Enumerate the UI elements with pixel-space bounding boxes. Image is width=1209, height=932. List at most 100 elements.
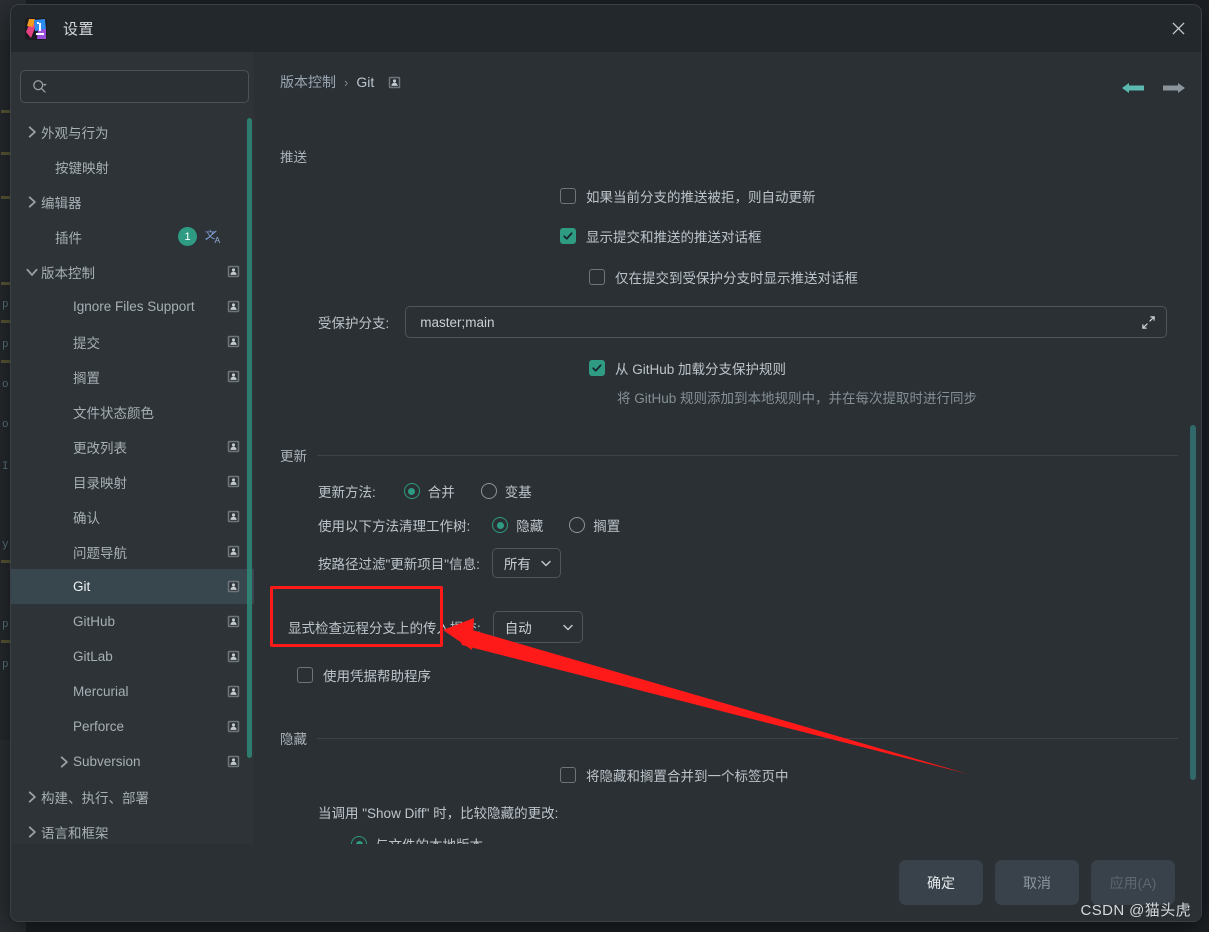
sidebar-item-搁置[interactable]: 搁置 [11, 359, 254, 394]
show-diff-label-row: 当调用 "Show Diff" 时，比较隐藏的更改: [318, 802, 558, 822]
chevron-right-icon[interactable] [25, 825, 39, 839]
protected-only-label: 仅在提交到受保护分支时显示推送对话框 [615, 271, 858, 286]
project-scope-icon[interactable] [227, 510, 240, 523]
sidebar-item-gitlab[interactable]: GitLab [11, 639, 254, 674]
translate-icon[interactable]: 文A [205, 228, 222, 245]
update-method-label: 更新方法: [318, 485, 376, 500]
expand-diagonal-icon[interactable] [1141, 315, 1156, 330]
project-scope-icon[interactable] [227, 335, 240, 348]
project-scope-icon[interactable] [227, 545, 240, 558]
chevron-right-icon[interactable] [25, 195, 39, 209]
load-github-rules-checkbox[interactable] [589, 360, 605, 376]
radio-update-method-rebase-label: 变基 [504, 485, 532, 500]
merge-tabs-checkbox[interactable] [560, 767, 576, 783]
github-hint-text: 将 GitHub 规则添加到本地规则中，并在每次提取时进行同步 [617, 391, 978, 406]
sidebar-item-更改列表[interactable]: 更改列表 [11, 429, 254, 464]
protected-branches-input[interactable] [418, 313, 1142, 331]
chevron-down-icon [563, 624, 573, 631]
checkbox-show-push-dialog-row: 显示提交和推送的推送对话框 [560, 226, 762, 246]
sidebar-item-github[interactable]: GitHub [11, 604, 254, 639]
search-box[interactable] [20, 70, 249, 103]
settings-sidebar: 外观与行为 按键映射 编辑器 插件 1 文 A 版本控制 Ignore Files Suppor… [11, 52, 254, 921]
project-scope-icon[interactable] [227, 265, 240, 278]
chevron-down-icon[interactable] [25, 265, 39, 279]
sidebar-item-外观与行为[interactable]: 外观与行为 [11, 114, 254, 149]
auto-update-label: 如果当前分支的推送被拒，则自动更新 [586, 190, 816, 205]
close-icon[interactable] [1163, 13, 1193, 43]
sidebar-scrollbar[interactable] [247, 118, 252, 758]
sidebar-item-编辑器[interactable]: 编辑器 [11, 184, 254, 219]
project-scope-icon[interactable] [227, 755, 240, 768]
plugins-update-badge[interactable]: 1 [178, 227, 197, 246]
project-scope-icon[interactable] [227, 615, 240, 628]
merge-tabs-label: 将隐藏和搁置合并到一个标签页中 [586, 769, 789, 784]
section-stash: 隐藏 [280, 728, 1178, 748]
radio-cleanup-shelve-label: 搁置 [593, 519, 621, 534]
incoming-commits-combo[interactable]: 自动 [492, 611, 583, 643]
content-scrollbar[interactable] [1190, 425, 1196, 780]
sidebar-item-确认[interactable]: 确认 [11, 499, 254, 534]
sidebar-item-ignore-files-support[interactable]: Ignore Files Support [11, 289, 254, 324]
sidebar-item-label: Subversion [73, 754, 141, 769]
sidebar-item-文件状态颜色[interactable]: 文件状态颜色 [11, 394, 254, 429]
project-scope-icon[interactable] [227, 300, 240, 313]
project-scope-icon[interactable] [227, 440, 240, 453]
chevron-right-icon[interactable] [57, 755, 71, 769]
section-stash-rule [317, 737, 1178, 739]
show-push-dialog-label: 显示提交和推送的推送对话框 [586, 230, 762, 245]
sidebar-item-问题导航[interactable]: 问题导航 [11, 534, 254, 569]
sidebar-item-提交[interactable]: 提交 [11, 324, 254, 359]
auto-update-checkbox[interactable] [560, 188, 576, 204]
check-icon [563, 232, 573, 240]
radio-cleanup-shelve[interactable] [569, 517, 586, 533]
protected-branches-row: 受保护分支: [318, 306, 1178, 338]
cancel-button[interactable]: 取消 [995, 860, 1079, 905]
radio-update-method-rebase[interactable] [480, 483, 497, 499]
nav-forward-icon[interactable] [1161, 77, 1187, 99]
sidebar-item-按键映射[interactable]: 按键映射 [11, 149, 254, 184]
sidebar-item-perforce[interactable]: Perforce [11, 709, 254, 744]
incoming-commits-value: 自动 [504, 621, 532, 636]
project-scope-icon[interactable] [227, 580, 240, 593]
sidebar-item-label: Perforce [73, 719, 125, 734]
sidebar-item-mercurial[interactable]: Mercurial [11, 674, 254, 709]
filter-update-info-label: 按路径过滤"更新项目"信息: [318, 557, 480, 572]
sidebar-item-label: Git [73, 579, 91, 594]
project-scope-icon[interactable] [227, 720, 240, 733]
sidebar-item-label: 更改列表 [73, 440, 127, 456]
project-scope-icon[interactable] [227, 370, 240, 383]
show-push-dialog-checkbox[interactable] [560, 228, 576, 244]
section-stash-label: 隐藏 [280, 732, 307, 747]
radio-update-method-merge[interactable] [403, 483, 420, 499]
protected-branches-field[interactable] [405, 306, 1168, 338]
checkbox-load-github-rules-row: 从 GitHub 加载分支保护规则 [589, 358, 786, 378]
ok-button[interactable]: 确定 [899, 860, 983, 905]
sidebar-item-构建、执行、部署[interactable]: 构建、执行、部署 [11, 779, 254, 814]
incoming-commits-label: 显式检查远程分支上的传入提交: [288, 621, 481, 636]
section-update-rule [317, 454, 1178, 456]
breadcrumb-parent[interactable]: 版本控制 [280, 72, 336, 92]
section-update: 更新 [280, 445, 1178, 465]
project-scope-icon[interactable] [227, 685, 240, 698]
sidebar-item-目录映射[interactable]: 目录映射 [11, 464, 254, 499]
radio-cleanup-stash-label: 隐藏 [516, 519, 544, 534]
chevron-right-icon[interactable] [25, 125, 39, 139]
credential-helper-label: 使用凭据帮助程序 [323, 669, 431, 684]
search-input[interactable] [53, 78, 248, 95]
sidebar-item-git[interactable]: Git [11, 569, 254, 604]
chevron-right-icon[interactable] [25, 790, 39, 804]
sidebar-item-label: 外观与行为 [41, 125, 109, 141]
breadcrumb-current: Git [356, 74, 375, 90]
nav-back-icon[interactable] [1120, 77, 1146, 99]
sidebar-item-版本控制[interactable]: 版本控制 [11, 254, 254, 289]
project-scope-icon[interactable] [227, 475, 240, 488]
sidebar-item-subversion[interactable]: Subversion [11, 744, 254, 779]
radio-cleanup-stash[interactable] [492, 517, 509, 533]
filter-update-info-value: 所有 [503, 557, 531, 572]
protected-only-checkbox[interactable] [589, 269, 605, 285]
filter-update-info-combo[interactable]: 所有 [491, 548, 561, 578]
credential-helper-checkbox[interactable] [297, 667, 313, 683]
sidebar-item-插件[interactable]: 插件 1 文 A [11, 219, 254, 254]
project-scope-icon[interactable] [227, 650, 240, 663]
project-scope-icon[interactable] [388, 76, 401, 89]
